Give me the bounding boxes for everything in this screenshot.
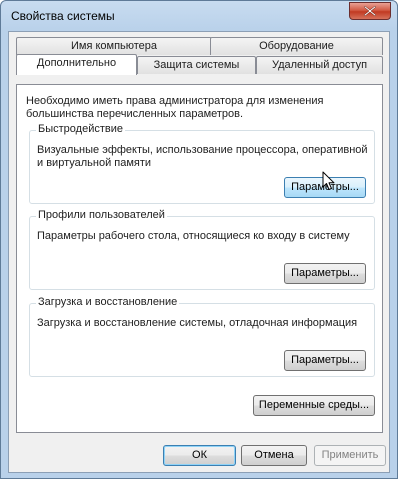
startup-recovery-group: Загрузка и восстановление Загрузка и вос…	[29, 296, 375, 377]
environment-variables-button[interactable]: Переменные среды...	[253, 395, 375, 416]
tab-system-protection[interactable]: Защита системы	[137, 56, 256, 74]
title-bar[interactable]: Свойства системы	[1, 1, 397, 31]
system-properties-window: Свойства системы Имя компьютера Оборудов…	[0, 0, 398, 479]
mouse-pointer-icon	[322, 171, 335, 190]
startup-recovery-label: Загрузка и восстановление	[36, 296, 180, 308]
performance-label: Быстродействие	[36, 123, 125, 135]
startup-recovery-settings-button[interactable]: Параметры...	[284, 350, 366, 371]
startup-recovery-description: Загрузка и восстановление системы, отлад…	[37, 317, 358, 329]
close-icon	[364, 6, 376, 16]
apply-button[interactable]: Применить	[314, 445, 386, 466]
ok-button[interactable]: ОК	[163, 445, 236, 466]
performance-description: Визуальные эффекты, использование процес…	[37, 144, 368, 169]
cancel-button[interactable]: Отмена	[241, 445, 307, 466]
admin-rights-note: Необходимо иметь права администратора дл…	[26, 95, 324, 120]
user-profiles-settings-button[interactable]: Параметры...	[284, 263, 366, 284]
tab-advanced[interactable]: Дополнительно	[16, 54, 137, 75]
tab-hardware[interactable]: Оборудование	[210, 37, 383, 55]
tab-computer-name[interactable]: Имя компьютера	[16, 37, 212, 55]
user-profiles-description: Параметры рабочего стола, относящиеся ко…	[37, 230, 350, 242]
window-title: Свойства системы	[11, 9, 115, 23]
tab-remote-access[interactable]: Удаленный доступ	[256, 56, 383, 74]
user-profiles-label: Профили пользователей	[36, 209, 167, 221]
dialog-client-area: Имя компьютера Оборудование Дополнительн…	[8, 31, 390, 473]
advanced-tab-panel: Необходимо иметь права администратора дл…	[16, 84, 383, 433]
close-button[interactable]	[349, 2, 391, 20]
user-profiles-group: Профили пользователей Параметры рабочего…	[29, 209, 375, 290]
performance-group: Быстродействие Визуальные эффекты, испол…	[29, 123, 375, 204]
